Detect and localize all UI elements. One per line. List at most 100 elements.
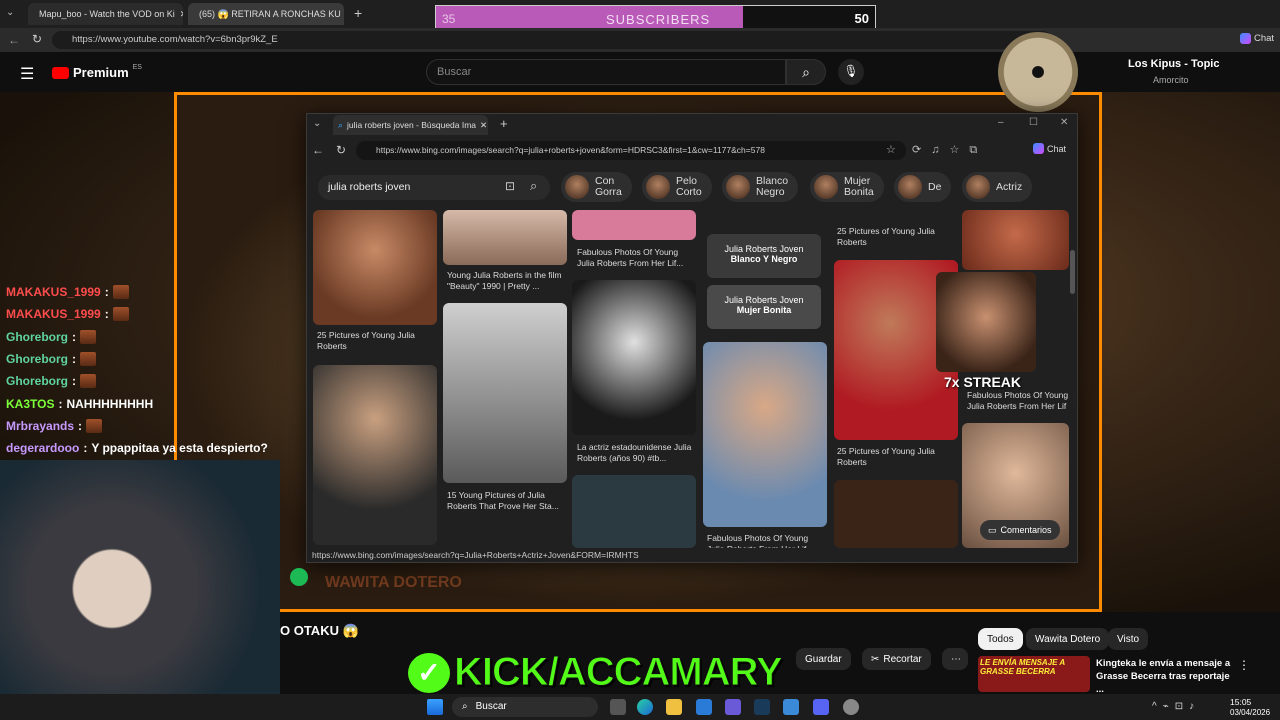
result-caption: 25 Pictures of Young Julia Roberts — [317, 330, 415, 351]
subscriber-label: SUBSCRIBERS — [606, 12, 711, 27]
result-image[interactable] — [834, 480, 958, 548]
recommended-title[interactable]: Kingteka le envía a mensaje a Grasse Bec… — [1096, 657, 1231, 696]
edge-url-field[interactable]: https://www.bing.com/images/search?q=jul… — [356, 141, 906, 160]
menu-icon[interactable]: ☰ — [20, 64, 34, 84]
close-icon[interactable]: ✕ — [480, 120, 487, 131]
edge-tab-list-icon[interactable]: ⌄ — [313, 118, 321, 129]
youtube-logo[interactable]: Premium ES — [52, 64, 142, 80]
result-image[interactable] — [572, 280, 696, 435]
region-code: ES — [132, 64, 142, 71]
result-image[interactable] — [572, 475, 696, 548]
recommended-menu-icon[interactable]: ⋮ — [1238, 658, 1250, 672]
edge-icon[interactable] — [637, 699, 653, 715]
emote-icon — [112, 307, 129, 322]
tab-kick[interactable]: Mapu_boo - Watch the VOD on Ki ✕ — [28, 3, 183, 25]
url-text: https://www.youtube.com/watch?v=6bn3pr9k… — [72, 34, 278, 45]
more-actions-button[interactable]: ⋯ — [942, 648, 968, 670]
mic-button[interactable]: 🎙 — [838, 59, 864, 85]
chat-username[interactable]: degerardooo — [6, 441, 79, 455]
streamer-webcam — [0, 460, 280, 694]
file-explorer-icon[interactable] — [666, 699, 682, 715]
chip-thumbnail — [565, 175, 589, 199]
windows-start-icon[interactable] — [427, 699, 443, 715]
result-image[interactable] — [703, 342, 827, 527]
filter-label: Visto — [1117, 633, 1140, 645]
result-image[interactable] — [443, 210, 567, 265]
back-icon[interactable]: ← — [8, 33, 20, 47]
scissors-icon: ✂ — [871, 653, 880, 665]
teams-icon[interactable] — [725, 699, 741, 715]
chat-username[interactable]: Ghoreborg — [6, 352, 68, 366]
related-search-blanco-negro[interactable]: Julia Roberts Joven Blanco Y Negro — [707, 234, 821, 278]
bing-icon: ⌕ — [338, 119, 344, 130]
bing-search-input[interactable]: julia roberts joven — [318, 175, 550, 200]
chip-blanco-negro[interactable]: Blanco Negro — [722, 172, 799, 202]
chat-separator: : — [104, 307, 109, 322]
youtube-search-button[interactable]: ⌕ — [786, 59, 826, 85]
edge-back-icon[interactable]: ← — [312, 143, 324, 157]
youtube-search-input[interactable]: Buscar — [426, 59, 786, 85]
chat-separator: : — [72, 329, 76, 344]
steam-icon[interactable] — [754, 699, 770, 715]
related-label: Julia Roberts Joven — [724, 244, 804, 254]
window-close-icon[interactable]: ✕ — [1060, 117, 1068, 128]
chip-mujer-bonita[interactable]: Mujer Bonita — [810, 172, 884, 202]
tab-youtube[interactable]: (65) 😱 RETIRAN A RONCHAS KU ✕ — [188, 3, 344, 25]
chat-username[interactable]: MAKAKUS_1999 — [6, 285, 101, 299]
outer-url-field[interactable]: https://www.youtube.com/watch?v=6bn3pr9k… — [52, 31, 1052, 49]
chip-de[interactable]: De — [894, 172, 952, 202]
chip-pelo-corto[interactable]: Pelo Corto — [642, 172, 712, 202]
chip-thumbnail — [646, 175, 670, 199]
photos-icon[interactable] — [783, 699, 799, 715]
close-icon[interactable]: ✕ — [180, 9, 183, 20]
minimize-icon[interactable]: – — [998, 117, 1004, 128]
taskbar-search-label: Buscar — [475, 701, 507, 712]
new-tab-button[interactable]: + — [354, 5, 362, 21]
chat-username[interactable]: Ghoreborg — [6, 374, 68, 388]
filter-visto[interactable]: Visto — [1108, 628, 1149, 650]
edge-new-tab-button[interactable]: + — [500, 116, 508, 131]
chip-label: Gorra — [595, 186, 622, 198]
edge-chat-button[interactable]: Chat — [1033, 143, 1066, 154]
outer-chat-button[interactable]: Chat — [1240, 33, 1274, 44]
save-button[interactable]: Guardar — [796, 648, 851, 670]
emote-icon — [80, 351, 96, 366]
chat-username[interactable]: Ghoreborg — [6, 330, 68, 344]
filter-todos[interactable]: Todos — [978, 628, 1023, 650]
bing-search-icon[interactable]: ⌕ — [530, 178, 537, 194]
filter-wawita[interactable]: Wawita Dotero — [1026, 628, 1110, 650]
maximize-icon[interactable]: ☐ — [1029, 117, 1038, 128]
tab-list-button[interactable]: ⌄ — [6, 7, 20, 21]
task-view-icon[interactable] — [610, 699, 626, 715]
clip-button[interactable]: ✂ Recortar — [862, 648, 931, 670]
comments-button[interactable]: ▭ Comentarios — [980, 520, 1060, 540]
edge-reload-icon[interactable]: ↻ — [336, 143, 346, 157]
edge-tab-bing[interactable]: ⌕ julia roberts joven - Búsqueda Ima ✕ — [333, 115, 488, 135]
related-search-mujer-bonita[interactable]: Julia Roberts Joven Mujer Bonita — [707, 285, 821, 329]
favorite-star-icon[interactable]: ☆ — [886, 143, 896, 156]
streak-label: 7x STREAK — [944, 374, 1022, 390]
result-image[interactable] — [962, 210, 1069, 270]
chip-con-gorra[interactable]: Con Gorra — [561, 172, 632, 202]
edge-scrollbar[interactable] — [1070, 250, 1075, 294]
result-image[interactable] — [313, 365, 437, 545]
chat-username[interactable]: Mrbrayands — [6, 419, 74, 433]
visual-search-icon[interactable]: ⊡ — [505, 179, 515, 193]
status-url: https://www.bing.com/images/search?q=Jul… — [308, 548, 643, 562]
result-image[interactable] — [572, 210, 696, 240]
store-icon[interactable] — [696, 699, 712, 715]
settings-icon[interactable] — [843, 699, 859, 715]
result-image[interactable] — [443, 303, 567, 483]
emote-icon — [80, 329, 96, 344]
discord-icon[interactable] — [813, 699, 829, 715]
chip-actriz[interactable]: Actriz — [962, 172, 1033, 202]
chat-username[interactable]: MAKAKUS_1999 — [6, 307, 101, 321]
result-image[interactable] — [313, 210, 437, 325]
chat-username[interactable]: KA3TOS — [6, 397, 54, 411]
tab-label: (65) 😱 RETIRAN A RONCHAS KU — [199, 8, 341, 19]
reload-icon[interactable]: ↻ — [32, 32, 42, 46]
recommended-thumbnail[interactable]: LE ENVÍA MENSAJE A GRASSE BECERRA — [978, 656, 1090, 692]
streak-emote — [936, 272, 1036, 372]
taskbar-search[interactable]: ⌕ Buscar — [452, 697, 598, 717]
result-caption: 25 Pictures of Young Julia Roberts — [837, 446, 935, 467]
